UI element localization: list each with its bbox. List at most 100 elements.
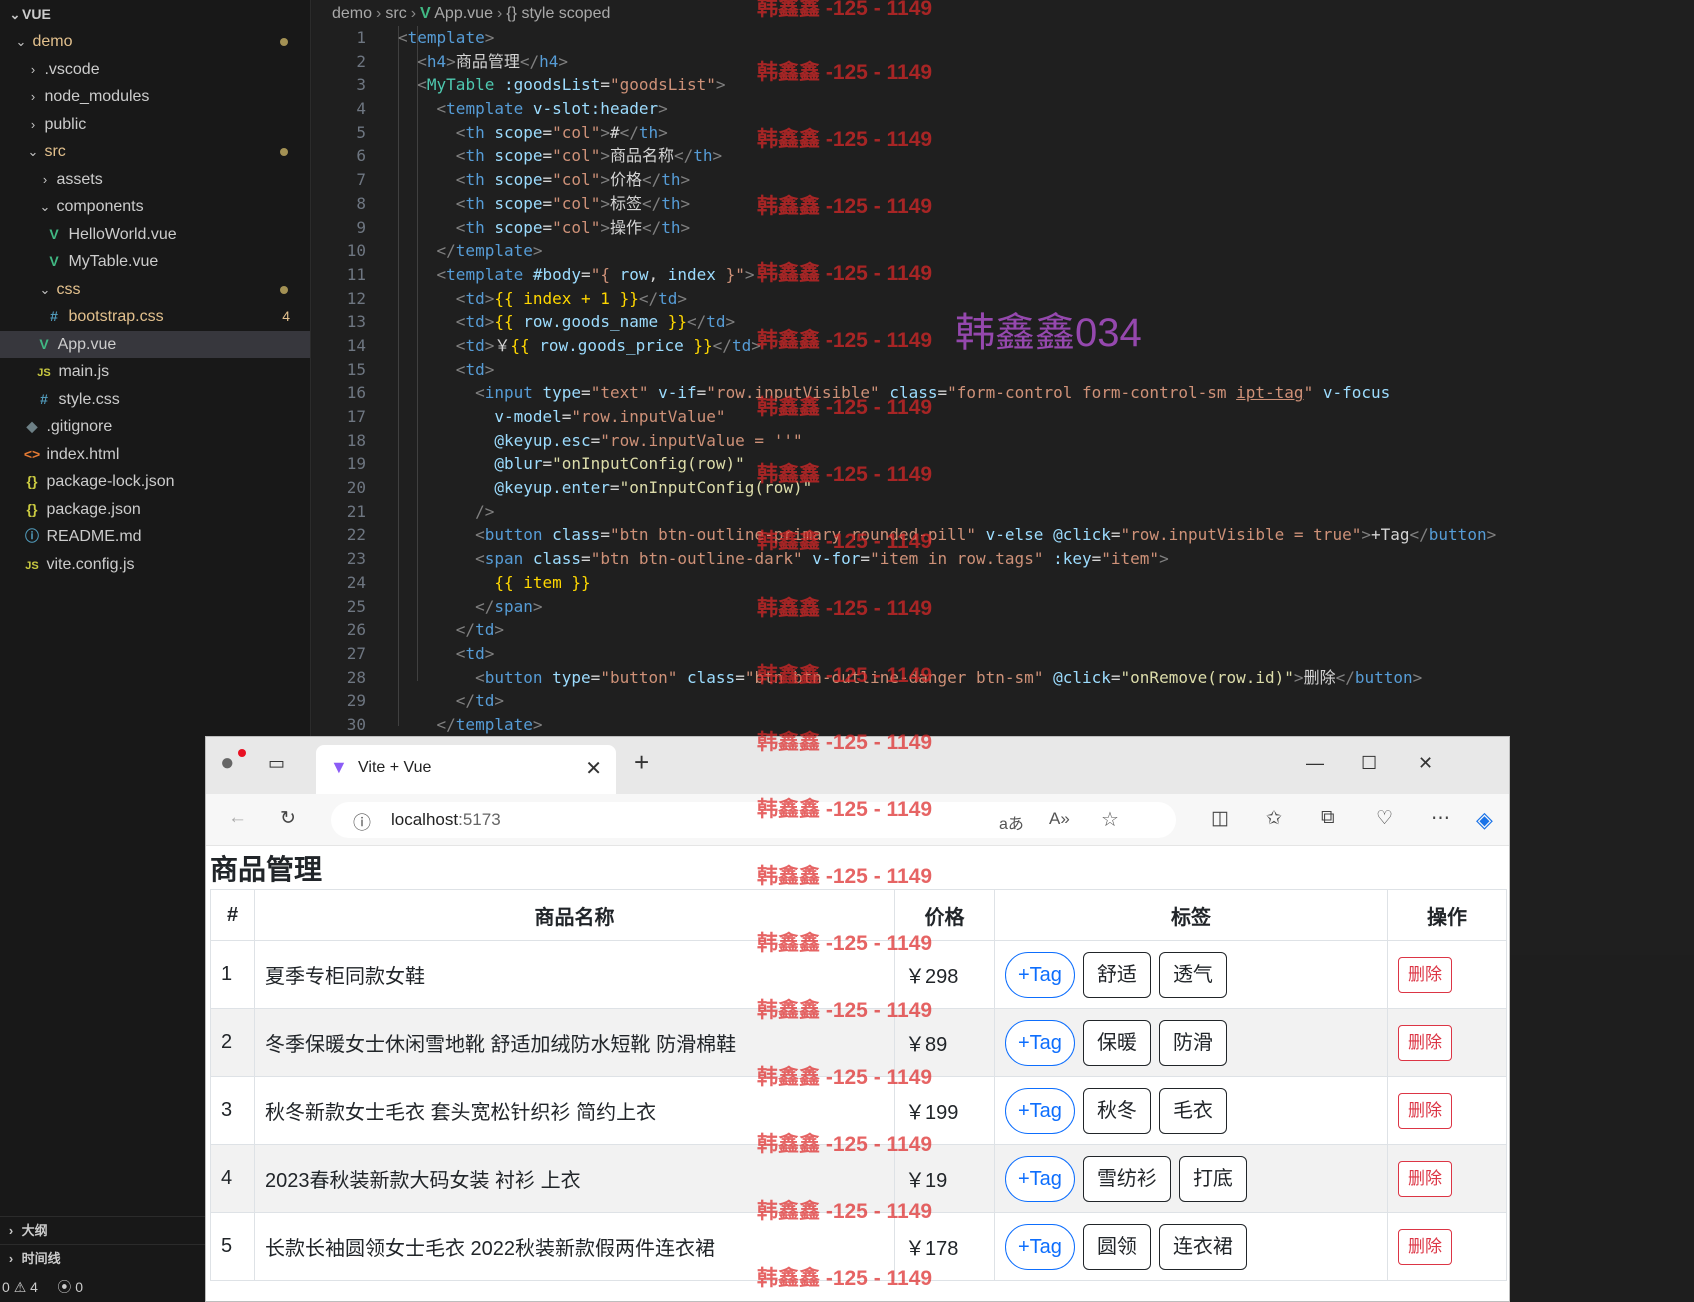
read-aloud-icon[interactable]: A» (1049, 809, 1070, 829)
collections-icon[interactable]: ⧉ (1321, 807, 1335, 829)
page-title: 商品管理 (210, 854, 323, 885)
more-menu-icon[interactable]: ⋯ (1431, 807, 1450, 830)
site-info-icon[interactable]: ⓘ (353, 809, 371, 835)
tree-file-bootstrap-css[interactable]: # bootstrap.css 4 (0, 303, 310, 331)
tree-item-label: vite.config.js (46, 555, 135, 573)
close-window-button[interactable]: ✕ (1418, 753, 1433, 774)
tree-file-app-vue[interactable]: V App.vue (0, 330, 310, 358)
tag-pill[interactable]: 连衣裙 (1158, 1223, 1247, 1270)
tags-cell: +Tag 圆领 连衣裙 (994, 1212, 1388, 1281)
html-file-icon: <> (23, 445, 41, 462)
code-line: 13 <td>{{ row.goods_name }}</td> (346, 312, 736, 332)
row-index: 4 (210, 1144, 255, 1213)
tree-file-package-lock[interactable]: {} package-lock.json (0, 468, 310, 496)
tree-folder-components[interactable]: ⌄ components (0, 193, 310, 221)
timeline-panel-header[interactable]: › 时间线 (0, 1244, 205, 1272)
tag-pill[interactable]: 防滑 (1158, 1019, 1227, 1066)
chevron-down-icon[interactable]: ⌄ (8, 1, 22, 29)
delete-button[interactable]: 删除 (1398, 1092, 1452, 1129)
tag-pill[interactable]: 雪纺衫 (1082, 1155, 1171, 1202)
chevron-right-icon: › (30, 61, 36, 77)
breadcrumb-folder[interactable]: src (385, 5, 406, 22)
chevron-down-icon: ⌄ (27, 144, 39, 159)
tab-actions-icon[interactable]: ▭ (268, 753, 285, 774)
favorites-icon[interactable]: ✩ (1266, 807, 1282, 830)
add-tag-button[interactable]: +Tag (1005, 951, 1075, 998)
tree-file-package-json[interactable]: {} package.json (0, 496, 310, 524)
goods-price: ￥178 (894, 1212, 995, 1281)
translate-icon[interactable]: aあ (999, 810, 1024, 834)
tree-folder-public[interactable]: › public (0, 111, 310, 139)
breadcrumb-root[interactable]: demo (332, 5, 372, 22)
code-lines: 1 <template> 2 <h4>商品管理</h4> 3 <MyTable :… (312, 26, 1694, 737)
json-file-icon: {} (26, 500, 38, 517)
delete-button[interactable]: 删除 (1398, 956, 1452, 993)
refresh-icon[interactable]: ↻ (280, 807, 296, 830)
actions-cell: 删除 (1387, 1076, 1507, 1145)
delete-button[interactable]: 删除 (1398, 1160, 1452, 1197)
breadcrumb-symbol[interactable]: style scoped (521, 5, 610, 22)
back-arrow-icon[interactable]: ← (228, 807, 247, 829)
code-line: 3 <MyTable :goodsList="goodsList"> (356, 75, 726, 95)
tree-folder-demo[interactable]: ⌄ demo (0, 28, 310, 56)
add-tag-button[interactable]: +Tag (1005, 1087, 1075, 1134)
modified-dot (280, 148, 288, 156)
tree-folder-css[interactable]: ⌄ css (0, 276, 310, 304)
tree-file-helloworld[interactable]: V HelloWorld.vue (0, 221, 310, 249)
tree-folder-vscode[interactable]: › .vscode (0, 56, 310, 84)
profile-avatar[interactable]: ● (220, 749, 235, 777)
tree-item-label: package.json (46, 500, 141, 518)
delete-button[interactable]: 删除 (1398, 1228, 1452, 1265)
tree-file-gitignore[interactable]: ◆ .gitignore (0, 413, 310, 441)
braces-icon: {} (506, 5, 517, 22)
tag-pill[interactable]: 保暖 (1082, 1019, 1151, 1066)
close-tab-icon[interactable]: ✕ (585, 756, 602, 781)
tree-folder-node-modules[interactable]: › node_modules (0, 83, 310, 111)
chevron-right-icon: › (376, 5, 382, 22)
tree-file-readme[interactable]: ⓘ README.md (0, 523, 310, 551)
tag-pill[interactable]: 打底 (1178, 1155, 1247, 1202)
browser-tab[interactable]: ▼ Vite + Vue ✕ (316, 745, 616, 794)
code-line: 20 @keyup.enter="onInputConfig(row)" (346, 478, 813, 498)
info-file-icon: ⓘ (25, 528, 39, 544)
url-port: :5173 (458, 810, 501, 829)
chevron-right-icon: › (496, 5, 503, 22)
favorite-star-icon[interactable]: ☆ (1101, 807, 1119, 832)
tag-pill[interactable]: 秋冬 (1082, 1087, 1151, 1134)
code-line: 29 </td> (346, 691, 504, 711)
tree-file-main-js[interactable]: JS main.js (0, 358, 310, 386)
tag-pill[interactable]: 圆领 (1082, 1223, 1151, 1270)
outline-panel-header[interactable]: › 大纲 (0, 1216, 205, 1244)
new-tab-button[interactable]: + (634, 747, 649, 778)
ports-status[interactable]: ⦿ 0 (57, 1279, 83, 1295)
tag-pill[interactable]: 透气 (1158, 951, 1227, 998)
errors-status[interactable]: 0 ⚠ 4 (2, 1279, 38, 1295)
delete-button[interactable]: 删除 (1398, 1024, 1452, 1061)
code-line: 5 <th scope="col">#</th> (356, 122, 668, 142)
tree-file-vite-config[interactable]: JS vite.config.js (0, 551, 310, 579)
split-screen-icon[interactable]: ◫ (1211, 807, 1229, 830)
tree-folder-src[interactable]: ⌄ src (0, 138, 310, 166)
maximize-button[interactable]: ☐ (1361, 753, 1377, 774)
minimize-button[interactable]: — (1306, 753, 1324, 774)
notification-dot (238, 749, 246, 757)
warning-icon: ⚠ (13, 1279, 27, 1295)
tag-pill[interactable]: 毛衣 (1158, 1087, 1227, 1134)
tag-pill[interactable]: 舒适 (1082, 951, 1151, 998)
tree-folder-assets[interactable]: › assets (0, 166, 310, 194)
copilot-icon[interactable]: ◈ (1476, 807, 1493, 833)
browser-essentials-icon[interactable]: ♡ (1376, 807, 1393, 830)
add-tag-button[interactable]: +Tag (1005, 1155, 1075, 1202)
js-file-icon: JS (25, 559, 39, 572)
tree-file-mytable[interactable]: V MyTable.vue (0, 248, 310, 276)
add-tag-button[interactable]: +Tag (1005, 1019, 1075, 1066)
add-tag-button[interactable]: +Tag (1005, 1223, 1075, 1270)
code-line: 14 <td>￥{{ row.goods_price }}</td> (346, 335, 761, 355)
breadcrumb-file[interactable]: App.vue (434, 5, 493, 22)
tree-file-index-html[interactable]: <> index.html (0, 441, 310, 469)
chevron-down-icon: ⌄ (39, 281, 51, 297)
explorer-title: ⌄ VUE (0, 0, 310, 28)
actions-cell: 删除 (1387, 1212, 1507, 1281)
url-field[interactable]: ⓘ localhost:5173 aあ A» ☆ (331, 802, 1176, 838)
tree-file-style-css[interactable]: # style.css (0, 386, 310, 414)
